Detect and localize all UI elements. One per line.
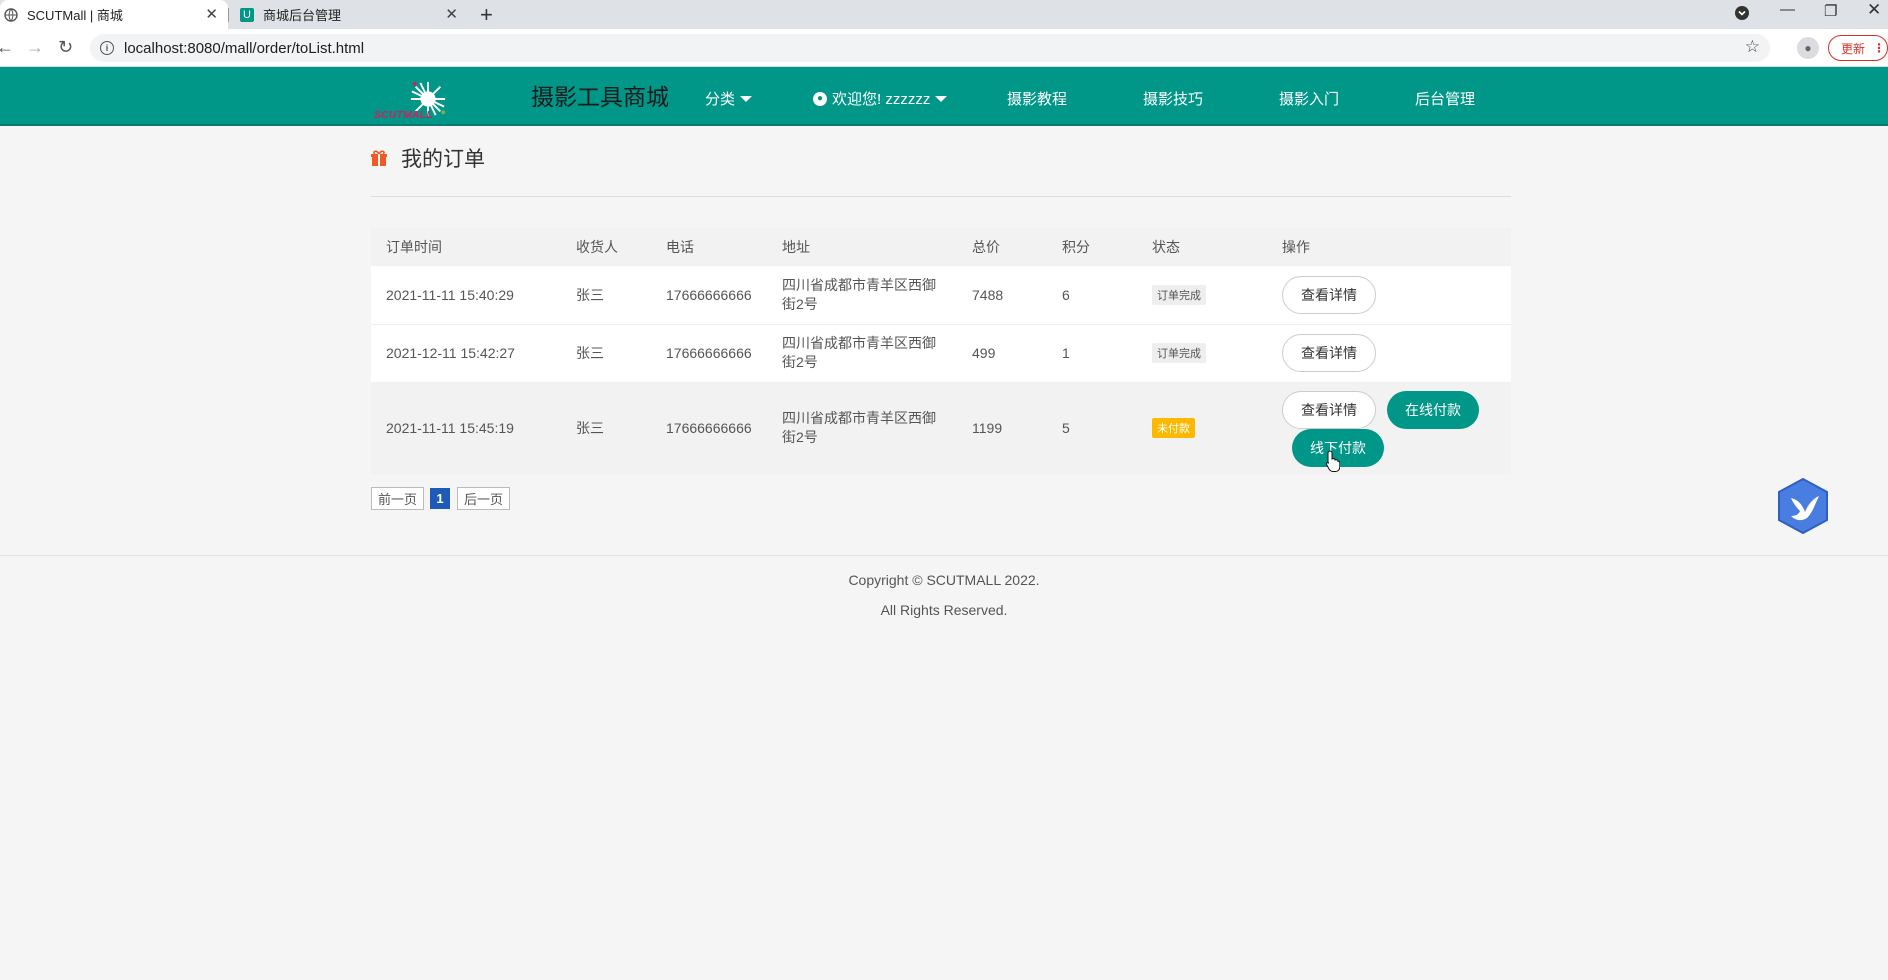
heading-divider	[371, 196, 1511, 197]
next-page-button[interactable]: 后一页	[457, 487, 511, 510]
col-header-points: 积分	[1047, 228, 1137, 266]
nav-category-label: 分类	[705, 91, 736, 108]
order-total: 499	[957, 323, 1047, 382]
status-badge: 订单完成	[1152, 343, 1206, 364]
logo-text: SCUTMALL	[374, 110, 433, 121]
footer-divider	[0, 555, 1888, 556]
view-details-button[interactable]: 查看详情	[1282, 275, 1376, 314]
reload-icon[interactable]: ↻	[58, 37, 73, 58]
order-points: 5	[1047, 382, 1137, 474]
tab-divider	[228, 8, 229, 22]
gift-icon	[371, 150, 387, 166]
nav-user[interactable]: ● 欢迎您! zzzzzz	[813, 88, 948, 109]
order-receiver: 张三	[561, 382, 651, 474]
user-icon: ●	[813, 91, 827, 106]
footer-copyright: Copyright © SCUTMALL 2022.	[848, 572, 1040, 588]
order-time: 2021-12-11 15:42:27	[371, 323, 561, 382]
nav-tutorial-label: 摄影教程	[1007, 91, 1068, 108]
nav-admin-label: 后台管理	[1415, 91, 1476, 108]
bookmark-star-icon[interactable]: ☆	[1745, 37, 1760, 57]
nav-beginner[interactable]: 摄影入门	[1279, 88, 1339, 109]
caret-down-icon	[740, 95, 753, 102]
table-row: 2021-11-11 15:45:19 张三 17666666666 四川省成都…	[371, 382, 1511, 474]
browser-tab-admin[interactable]: U 商城后台管理 ✕	[236, 0, 468, 29]
restore-icon[interactable]: ❐	[1824, 2, 1837, 20]
admin-favicon-icon: U	[240, 7, 254, 22]
order-points: 6	[1047, 266, 1137, 324]
nav-tips[interactable]: 摄影技巧	[1143, 88, 1203, 109]
table-row: 2021-11-11 15:40:29 张三 17666666666 四川省成都…	[371, 266, 1511, 324]
order-address: 四川省成都市青羊区西御街2号	[782, 410, 936, 445]
globe-icon	[4, 7, 18, 22]
update-label: 更新	[1841, 41, 1866, 56]
browser-tab-scutmall[interactable]: SCUTMall | 商城 ✕	[0, 0, 228, 29]
view-details-button[interactable]: 查看详情	[1282, 334, 1376, 373]
order-time: 2021-11-11 15:45:19	[371, 382, 561, 474]
order-receiver: 张三	[561, 323, 651, 382]
site-header: SCUTMALL 摄影工具商城 分类 ● 欢迎您! zzzzzz 摄影教程 摄影…	[0, 67, 1888, 126]
col-header-actions: 操作	[1267, 228, 1511, 266]
footer-rights: All Rights Reserved.	[880, 602, 1008, 618]
nav-admin[interactable]: 后台管理	[1415, 88, 1475, 109]
current-page[interactable]: 1	[430, 488, 451, 509]
forward-icon[interactable]: →	[26, 37, 44, 58]
hand-cursor-icon	[1326, 450, 1340, 472]
order-address: 四川省成都市青羊区西御街2号	[782, 276, 936, 312]
table-header-row: 订单时间 收货人 电话 地址 总价 积分 状态 操作	[371, 228, 1511, 266]
back-icon[interactable]: ←	[0, 37, 14, 58]
order-total: 7488	[957, 266, 1047, 324]
pay-online-button[interactable]: 在线付款	[1387, 391, 1479, 429]
status-badge: 订单完成	[1152, 284, 1206, 305]
address-bar[interactable]: i localhost:8080/mall/order/toList.html …	[90, 34, 1770, 62]
caret-down-icon	[935, 95, 948, 102]
nav-tips-label: 摄影技巧	[1143, 91, 1204, 108]
site-title: 摄影工具商城	[531, 84, 669, 110]
browser-tab-title: 商城后台管理	[263, 8, 342, 23]
order-actions: 查看详情 在线付款 线下付款	[1282, 382, 1511, 474]
url-text: localhost:8080/mall/order/toList.html	[124, 39, 365, 57]
table-row: 2021-12-11 15:42:27 张三 17666666666 四川省成都…	[371, 323, 1511, 382]
close-window-icon[interactable]: ✕	[1867, 0, 1881, 20]
page-title: 我的订单	[401, 148, 485, 171]
col-header-phone: 电话	[651, 228, 767, 266]
col-header-total: 总价	[957, 228, 1047, 266]
browser-tab-title: SCUTMall | 商城	[27, 8, 123, 23]
kebab-menu-icon: ⋮	[1873, 41, 1886, 55]
tab-search-icon[interactable]	[1734, 5, 1750, 25]
floating-bird-icon[interactable]	[1777, 478, 1829, 534]
nav-category[interactable]: 分类	[705, 88, 753, 109]
close-tab-icon[interactable]: ✕	[205, 5, 218, 23]
nav-user-label: 欢迎您! zzzzzz	[832, 91, 931, 108]
site-info-icon[interactable]: i	[100, 41, 114, 55]
status-badge: 未付款	[1152, 418, 1195, 438]
col-header-status: 状态	[1137, 228, 1267, 266]
order-address: 四川省成都市青羊区西御街2号	[782, 335, 936, 371]
browser-tabbar: SCUTMall | 商城 ✕ U 商城后台管理 ✕ + — ❐ ✕	[0, 0, 1888, 29]
site-logo[interactable]: SCUTMALL	[371, 76, 455, 122]
order-receiver: 张三	[561, 266, 651, 324]
order-time: 2021-11-11 15:40:29	[371, 266, 561, 324]
prev-page-button[interactable]: 前一页	[371, 487, 425, 510]
orders-table: 订单时间 收货人 电话 地址 总价 积分 状态 操作 2021-11-11 15…	[371, 228, 1511, 474]
col-header-time: 订单时间	[371, 228, 561, 266]
order-phone: 17666666666	[651, 323, 767, 382]
order-total: 1199	[957, 382, 1047, 474]
order-points: 1	[1047, 323, 1137, 382]
minimize-icon[interactable]: —	[1780, 1, 1795, 18]
col-header-address: 地址	[767, 228, 957, 266]
pagination: 前一页 1 后一页	[371, 487, 511, 510]
nav-beginner-label: 摄影入门	[1279, 91, 1340, 108]
update-button[interactable]: 更新 ⋮	[1828, 35, 1888, 61]
view-details-button[interactable]: 查看详情	[1282, 391, 1376, 429]
order-phone: 17666666666	[651, 382, 767, 474]
page-heading: 我的订单	[370, 143, 485, 173]
browser-toolbar: ← → ↻ i localhost:8080/mall/order/toList…	[0, 29, 1888, 67]
new-tab-icon[interactable]: +	[480, 2, 493, 28]
col-header-receiver: 收货人	[561, 228, 651, 266]
nav-tutorial[interactable]: 摄影教程	[1007, 88, 1067, 109]
order-phone: 17666666666	[651, 266, 767, 324]
profile-avatar-icon[interactable]: ●	[1797, 37, 1819, 59]
close-tab-icon[interactable]: ✕	[445, 5, 458, 23]
